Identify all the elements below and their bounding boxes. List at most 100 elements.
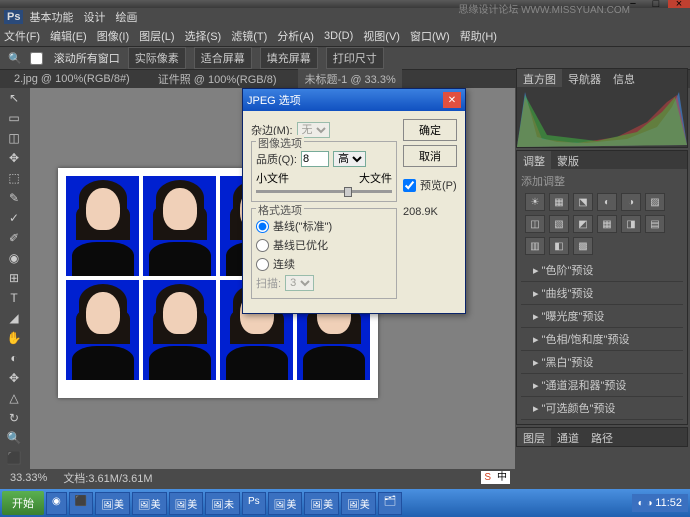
preset-5[interactable]: "通道混和器"预设 — [521, 374, 683, 397]
top-menu-1[interactable]: 设计 — [79, 7, 109, 27]
preset-4[interactable]: "黑白"预设 — [521, 351, 683, 374]
task-9[interactable]: 🖼美 — [341, 492, 376, 515]
tool-11[interactable]: ◢ — [2, 308, 26, 328]
preset-1[interactable]: "曲线"预设 — [521, 282, 683, 305]
menu-help[interactable]: 帮助(H) — [460, 28, 497, 44]
adjust-icon-11[interactable]: ▤ — [645, 215, 665, 233]
adjust-icon-3[interactable]: ◐ — [597, 193, 617, 211]
scroll-all-checkbox[interactable] — [30, 52, 43, 65]
menu-3d[interactable]: 3D(D) — [324, 30, 353, 42]
task-8[interactable]: 🖼美 — [304, 492, 339, 515]
menu-image[interactable]: 图像(I) — [97, 28, 129, 44]
tool-8[interactable]: ◉ — [2, 248, 26, 268]
tool-15[interactable]: △ — [2, 388, 26, 408]
preview-checkbox[interactable] — [403, 179, 416, 192]
tab-masks[interactable]: 蒙版 — [551, 151, 585, 169]
tool-2[interactable]: ◫ — [2, 128, 26, 148]
ime-indicator[interactable]: S中 — [481, 468, 510, 483]
tool-9[interactable]: ⊞ — [2, 268, 26, 288]
tab-paths[interactable]: 路径 — [585, 428, 619, 446]
adjust-icon-6[interactable]: ◫ — [525, 215, 545, 233]
adjust-icon-2[interactable]: ⬔ — [573, 193, 593, 211]
preset-6[interactable]: "可选颜色"预设 — [521, 397, 683, 420]
fit-screen-button[interactable]: 适合屏幕 — [194, 47, 252, 69]
adjust-icon-4[interactable]: ◑ — [621, 193, 641, 211]
app-icon[interactable]: Ps — [4, 10, 23, 24]
ok-button[interactable]: 确定 — [403, 119, 457, 141]
menu-layer[interactable]: 图层(L) — [139, 28, 174, 44]
tool-14[interactable]: ✥ — [2, 368, 26, 388]
adjust-icon-14[interactable]: ▩ — [573, 237, 593, 255]
menu-view[interactable]: 视图(V) — [363, 28, 400, 44]
maximize-button[interactable]: □ — [645, 0, 667, 8]
task-4[interactable]: 🖼美 — [169, 492, 204, 515]
adjust-icon-13[interactable]: ◧ — [549, 237, 569, 255]
adjust-icon-5[interactable]: ▨ — [645, 193, 665, 211]
tab-adjustments[interactable]: 调整 — [517, 151, 551, 169]
system-tray[interactable]: ◐ ◑ 11:52 — [632, 494, 688, 512]
tab-layers[interactable]: 图层 — [517, 428, 551, 446]
doc-tab-0[interactable]: 2.jpg @ 100%(RGB/8#) — [8, 71, 136, 87]
optimized-radio[interactable] — [256, 239, 269, 252]
tool-10[interactable]: T — [2, 288, 26, 308]
tool-7[interactable]: ✐ — [2, 228, 26, 248]
task-2[interactable]: 🖼美 — [95, 492, 130, 515]
adjust-icon-0[interactable]: ☀ — [525, 193, 545, 211]
tool-4[interactable]: ⬚ — [2, 168, 26, 188]
preset-3[interactable]: "色相/饱和度"预设 — [521, 328, 683, 351]
task-6[interactable]: Ps — [242, 492, 266, 515]
preset-2[interactable]: "曝光度"预设 — [521, 305, 683, 328]
adjust-icon-12[interactable]: ▥ — [525, 237, 545, 255]
top-menu-2[interactable]: 绘画 — [111, 7, 141, 27]
task-7[interactable]: 🖼美 — [268, 492, 303, 515]
adjust-icon-1[interactable]: ▦ — [549, 193, 569, 211]
task-1[interactable]: ⬛ — [69, 492, 93, 515]
tool-3[interactable]: ✥ — [2, 148, 26, 168]
top-menu-0[interactable]: 基本功能 — [25, 7, 77, 27]
doc-tab-2[interactable]: 未标题-1 @ 33.3% — [298, 69, 401, 89]
menu-file[interactable]: 文件(F) — [4, 28, 40, 44]
quality-select[interactable]: 高 — [333, 151, 366, 167]
progressive-radio[interactable] — [256, 258, 269, 271]
preset-0[interactable]: "色阶"预设 — [521, 259, 683, 282]
baseline-radio[interactable] — [256, 220, 269, 233]
tool-17[interactable]: 🔍 — [2, 428, 26, 448]
menu-window[interactable]: 窗口(W) — [410, 28, 450, 44]
tool-0[interactable]: ↖ — [2, 88, 26, 108]
tool-18[interactable]: ⬛ — [2, 448, 26, 468]
menu-filter[interactable]: 滤镜(T) — [231, 28, 267, 44]
menu-analysis[interactable]: 分析(A) — [277, 28, 314, 44]
menu-edit[interactable]: 编辑(E) — [50, 28, 87, 44]
tool-16[interactable]: ↻ — [2, 408, 26, 428]
tab-info[interactable]: 信息 — [607, 69, 641, 87]
tool-12[interactable]: ✋ — [2, 328, 26, 348]
actual-pixels-button[interactable]: 实际像素 — [128, 47, 186, 69]
task-3[interactable]: 🖼美 — [132, 492, 167, 515]
start-button[interactable]: 开始 — [2, 491, 44, 515]
fill-screen-button[interactable]: 填充屏幕 — [260, 47, 318, 69]
quality-slider[interactable] — [256, 190, 392, 193]
tool-6[interactable]: ✓ — [2, 208, 26, 228]
tool-1[interactable]: ▭ — [2, 108, 26, 128]
adjust-icon-8[interactable]: ◩ — [573, 215, 593, 233]
task-0[interactable]: ◉ — [46, 492, 67, 515]
task-10[interactable]: 🗂 — [378, 492, 403, 515]
tool-13[interactable]: ◐ — [2, 348, 26, 368]
adjust-icon-7[interactable]: ▧ — [549, 215, 569, 233]
task-5[interactable]: 🖼未 — [205, 492, 240, 515]
tab-channels[interactable]: 通道 — [551, 428, 585, 446]
dialog-close-button[interactable]: ✕ — [443, 92, 461, 108]
close-button[interactable]: × — [668, 0, 690, 8]
tab-histogram[interactable]: 直方图 — [517, 69, 562, 87]
menu-select[interactable]: 选择(S) — [185, 28, 222, 44]
adjust-icon-10[interactable]: ◨ — [621, 215, 641, 233]
tool-5[interactable]: ✎ — [2, 188, 26, 208]
doc-tab-1[interactable]: 证件照 @ 100%(RGB/8) — [152, 69, 283, 89]
adjust-icon-9[interactable]: ▦ — [597, 215, 617, 233]
quality-input[interactable] — [301, 151, 329, 167]
zoom-level[interactable]: 33.33% — [10, 472, 47, 484]
tab-navigator[interactable]: 导航器 — [562, 69, 607, 87]
print-size-button[interactable]: 打印尺寸 — [326, 47, 384, 69]
cancel-button[interactable]: 取消 — [403, 145, 457, 167]
taskbar: 开始 ◉⬛🖼美🖼美🖼美🖼未Ps🖼美🖼美🖼美🗂 ◐ ◑ 11:52 — [0, 489, 690, 517]
